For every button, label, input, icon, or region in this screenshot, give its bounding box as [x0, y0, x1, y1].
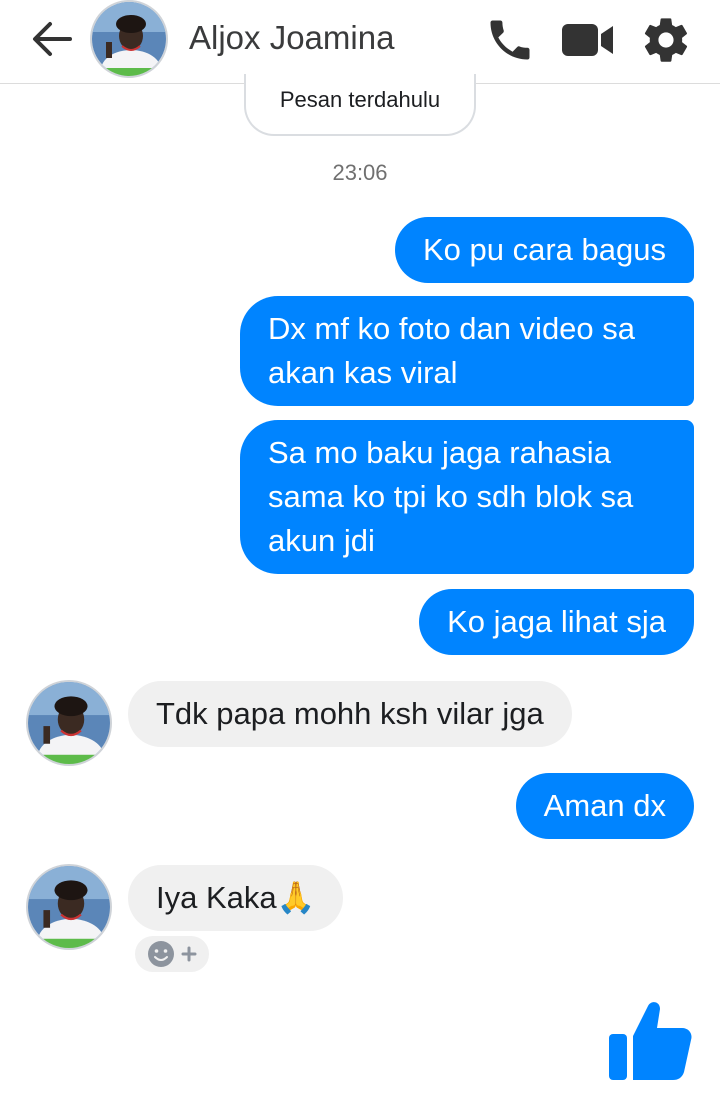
chat-header: Aljox Joamina [0, 0, 720, 84]
settings-button[interactable] [640, 14, 692, 66]
gear-icon [644, 18, 688, 62]
back-button[interactable] [28, 18, 76, 60]
message-line: Sa mo baku jaga rahasia [268, 435, 611, 470]
older-messages-button[interactable]: Pesan terdahulu [244, 74, 476, 136]
avatar-image [28, 682, 110, 764]
message-line: sama ko tpi ko sdh blok sa [268, 479, 634, 514]
contact-avatar[interactable] [90, 0, 168, 78]
video-camera-icon [562, 24, 613, 56]
message-line: akun jdi [268, 523, 375, 558]
like-button[interactable] [604, 994, 696, 1084]
message-line: Dx mf ko foto dan video sa [268, 311, 636, 346]
sender-avatar[interactable] [26, 680, 112, 766]
sender-avatar[interactable] [26, 864, 112, 950]
thumbs-up-icon [609, 1002, 692, 1080]
message-timestamp: 23:06 [332, 160, 388, 185]
outgoing-message[interactable]: Dx mf ko foto dan video sa akan kas vira… [240, 296, 694, 406]
outgoing-message[interactable]: Ko pu cara bagus [394, 217, 694, 283]
avatar-image [28, 866, 110, 948]
incoming-message[interactable]: Tdk papa mohh ksh vilar jga [128, 681, 572, 747]
message-line: Aman dx [543, 788, 666, 823]
outgoing-message[interactable]: Aman dx [515, 773, 694, 839]
avatar-image [92, 2, 166, 76]
contact-name[interactable]: Aljox Joamina [189, 19, 394, 57]
message-line: Tdk papa mohh ksh vilar jga [156, 696, 544, 731]
incoming-message[interactable]: Iya Kaka🙏 [128, 865, 344, 931]
message-line: Ko pu cara bagus [422, 232, 666, 267]
video-call-button[interactable] [560, 14, 616, 66]
message-line: akan kas viral [268, 355, 458, 390]
message-line: Iya Kaka🙏 [156, 880, 316, 915]
add-reaction-button[interactable] [133, 934, 211, 974]
message-line: Ko jaga lihat sja [447, 604, 666, 639]
outgoing-message[interactable]: Sa mo baku jaga rahasia sama ko tpi ko s… [240, 420, 694, 574]
back-arrow-icon [33, 22, 72, 56]
phone-icon [490, 20, 530, 60]
outgoing-message[interactable]: Ko jaga lihat sja [419, 589, 694, 655]
voice-call-button[interactable] [484, 14, 536, 66]
emoji-reaction-icon [148, 941, 197, 967]
